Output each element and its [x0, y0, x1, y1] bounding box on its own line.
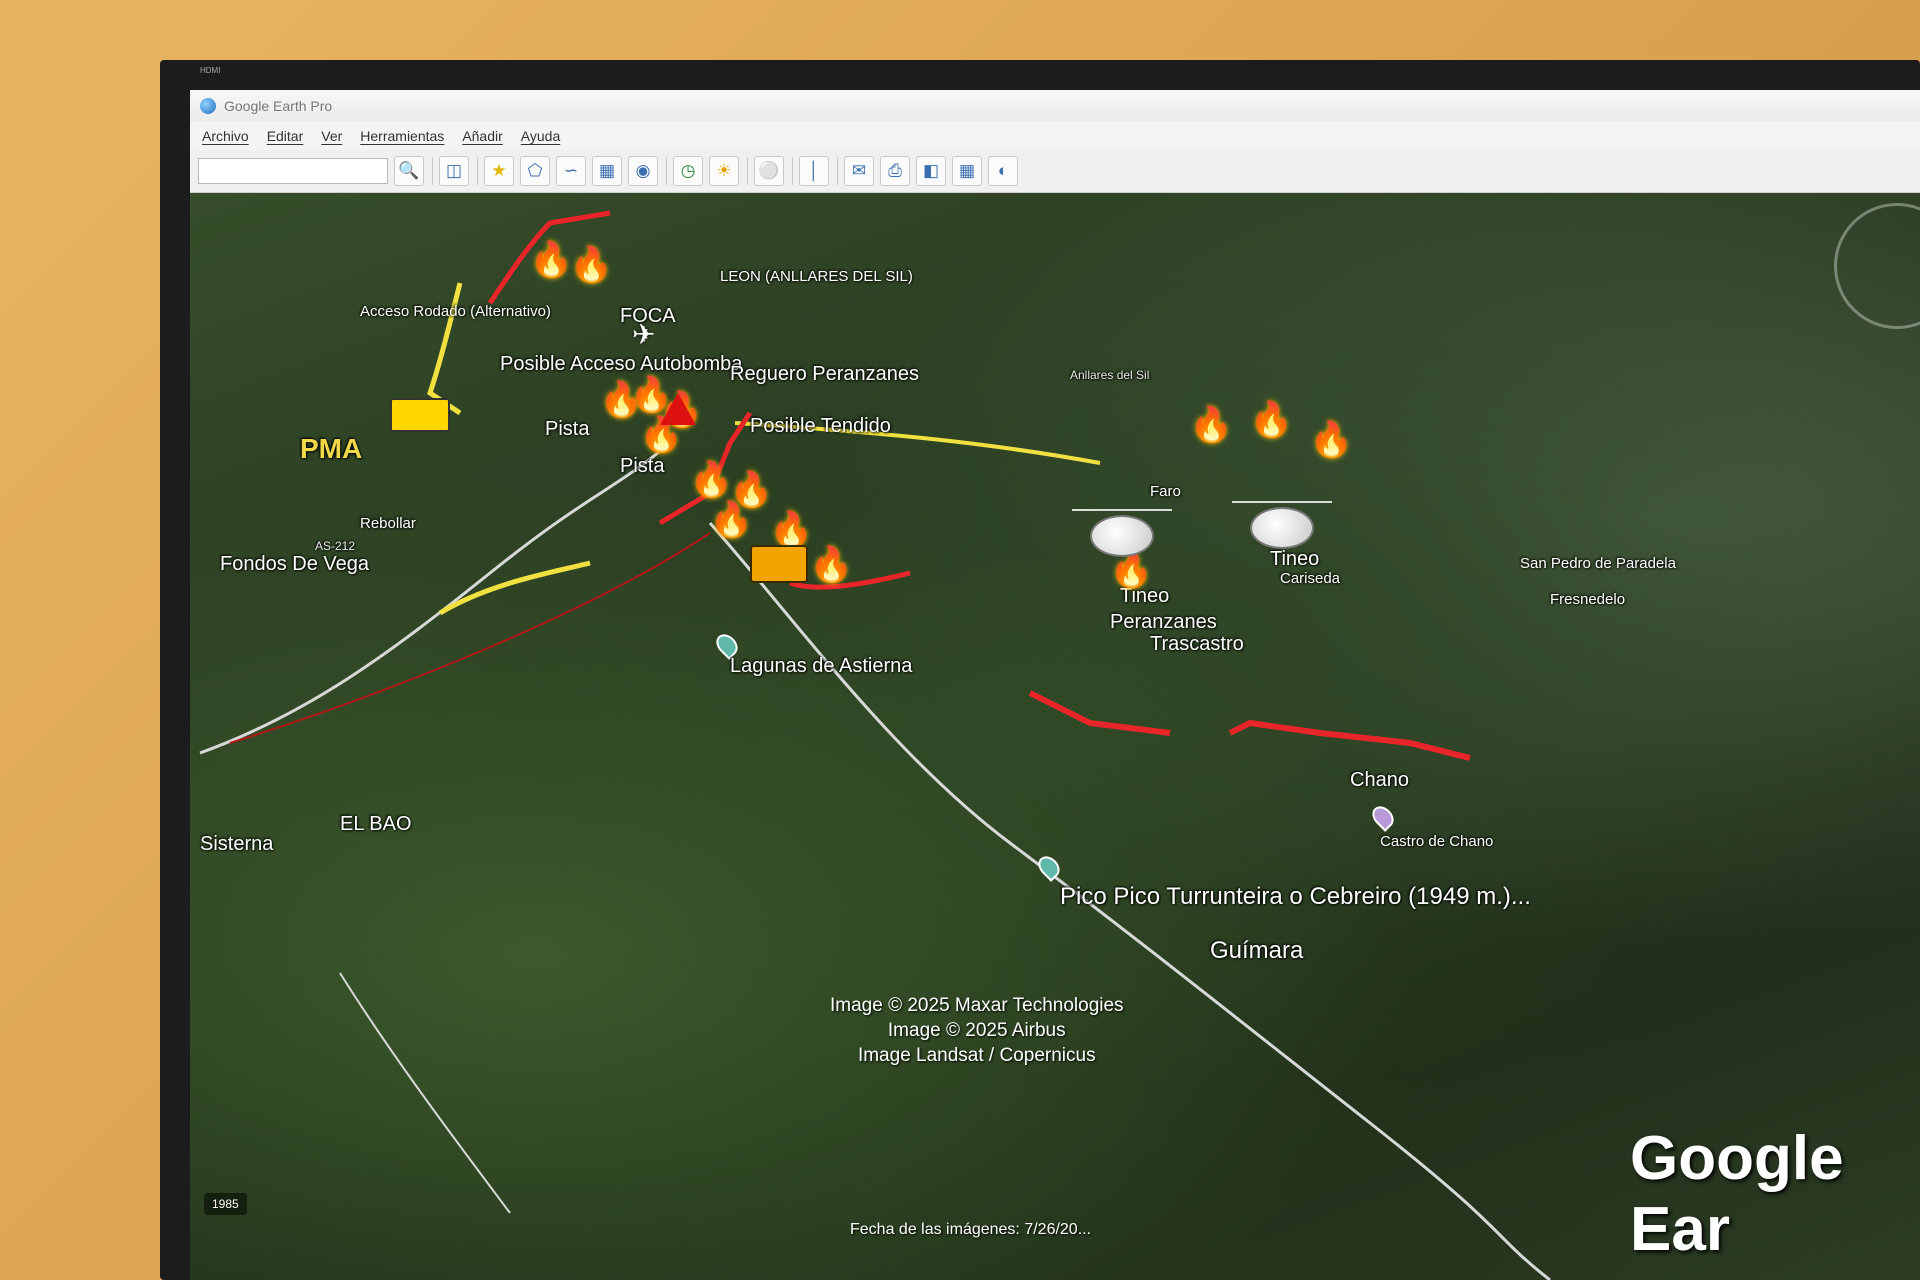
fire-icon[interactable]: 🔥	[1110, 553, 1152, 587]
add-overlay-icon[interactable]: ▦	[592, 156, 622, 186]
label-anllares[interactable]: Anllares del Sil	[1070, 368, 1149, 382]
label-peranzanes[interactable]: Peranzanes	[1110, 611, 1217, 634]
fire-line	[1028, 690, 1171, 736]
map-view[interactable]: Acceso Rodado (Alternativo) FOCA LEON (A…	[190, 193, 1920, 1280]
add-polygon-icon[interactable]: ⬠	[520, 156, 550, 186]
label-posible-tendido[interactable]: Posible Tendido	[750, 415, 891, 438]
menu-herramientas[interactable]: Herramientas	[360, 128, 444, 144]
access-track	[438, 560, 591, 616]
menu-editar[interactable]: Editar	[267, 128, 304, 144]
warning-icon[interactable]	[660, 393, 696, 425]
sidebar-toggle-icon[interactable]: ◫	[439, 156, 469, 186]
window-title: Google Earth Pro	[224, 98, 333, 114]
print-icon[interactable]: ⎙	[880, 156, 910, 186]
imagery-credits: Image © 2025 Maxar Technologies Image © …	[830, 993, 1124, 1068]
toolbar-divider	[747, 157, 748, 185]
road-path	[199, 441, 671, 755]
add-placemark-icon[interactable]: ★	[484, 156, 514, 186]
map-overlay-paths	[199, 210, 1551, 1280]
historical-imagery-icon[interactable]: ◷	[673, 156, 703, 186]
label-fresnedelo[interactable]: Fresnedelo	[1550, 591, 1625, 608]
label-posible-acceso[interactable]: Posible Acceso Autobomba	[500, 353, 742, 376]
label-san-pedro[interactable]: San Pedro de Paradela	[1520, 555, 1676, 572]
fire-icon[interactable]: 🔥	[710, 503, 752, 537]
road-path	[339, 972, 511, 1214]
toolbar-divider	[837, 157, 838, 185]
label-lagunas[interactable]: Lagunas de Astierna	[730, 655, 912, 678]
toolbar-divider	[432, 157, 433, 185]
search-input[interactable]	[198, 158, 388, 184]
fire-line	[1228, 719, 1471, 761]
fire-truck-icon[interactable]	[390, 398, 450, 432]
ruler-icon[interactable]: │	[799, 156, 829, 186]
google-earth-icon	[200, 98, 216, 114]
record-tour-icon[interactable]: ◉	[628, 156, 658, 186]
label-pma[interactable]: PMA	[300, 433, 362, 465]
fire-icon[interactable]: 🔥	[1190, 408, 1232, 442]
bulldozer-icon[interactable]	[750, 545, 808, 583]
monitor-label: HDMI	[200, 66, 221, 75]
menu-ver[interactable]: Ver	[321, 128, 342, 144]
label-tineo[interactable]: Tineo	[1270, 548, 1319, 571]
email-icon[interactable]: ✉	[844, 156, 874, 186]
label-leon[interactable]: LEON (ANLLARES DEL SIL)	[720, 268, 913, 285]
fire-icon[interactable]: 🔥	[690, 463, 732, 497]
label-pista[interactable]: Pista	[545, 418, 589, 441]
label-sisterna[interactable]: Sisterna	[200, 833, 273, 856]
label-rebollar[interactable]: Rebollar	[360, 515, 416, 532]
add-path-icon[interactable]: ∽	[556, 156, 586, 186]
earth-icon[interactable]: ◐	[988, 156, 1018, 186]
label-el-bao[interactable]: EL BAO	[340, 813, 412, 836]
toolbar: 🔍 ◫ ★ ⬠ ∽ ▦ ◉ ◷ ☀ ⚪ │ ✉ ⎙ ◧ ▦ ◐	[190, 150, 1920, 193]
label-chano[interactable]: Chano	[1350, 769, 1409, 792]
label-faro[interactable]: Faro	[1150, 483, 1181, 500]
credit-line: Image © 2025 Airbus	[887, 1020, 1066, 1041]
menu-ayuda[interactable]: Ayuda	[521, 128, 560, 144]
view-in-maps-icon[interactable]: ▦	[952, 156, 982, 186]
fire-icon[interactable]: 🔥	[1250, 403, 1292, 437]
fire-icon[interactable]: 🔥	[570, 248, 612, 282]
label-trascastro[interactable]: Trascastro	[1150, 633, 1244, 656]
menu-anadir[interactable]: Añadir	[462, 128, 502, 144]
credit-line: Image Landsat / Copernicus	[857, 1045, 1096, 1066]
save-image-icon[interactable]: ◧	[916, 156, 946, 186]
label-road-as212: AS-212	[315, 539, 356, 553]
label-pista[interactable]: Pista	[620, 455, 664, 478]
credit-line: Image © 2025 Maxar Technologies	[830, 995, 1124, 1016]
google-earth-logo: Google Ear	[1630, 1124, 1844, 1264]
search-icon[interactable]: 🔍	[394, 156, 424, 186]
sun-icon[interactable]: ☀	[709, 156, 739, 186]
planets-icon[interactable]: ⚪	[754, 156, 784, 186]
menu-archivo[interactable]: Archivo	[202, 128, 249, 144]
helicopter-icon[interactable]	[1232, 501, 1332, 549]
label-reguero[interactable]: Reguero Peranzanes	[730, 363, 919, 386]
label-pico-turrunteira[interactable]: Pico Pico Turrunteira o Cebreiro (1949 m…	[1060, 883, 1531, 911]
fire-icon[interactable]: 🔥	[770, 513, 812, 547]
imagery-date: Fecha de las imágenes: 7/26/20...	[850, 1221, 1092, 1238]
toolbar-divider	[792, 157, 793, 185]
google-earth-window: Google Earth Pro Archivo Editar Ver Herr…	[190, 90, 1920, 1280]
toolbar-divider	[477, 157, 478, 185]
fire-icon[interactable]: 🔥	[1310, 423, 1352, 457]
toolbar-divider	[666, 157, 667, 185]
airplane-icon[interactable]: ✈	[632, 318, 655, 351]
label-acceso-rodado[interactable]: Acceso Rodado (Alternativo)	[360, 303, 551, 320]
fire-icon[interactable]: 🔥	[530, 243, 572, 277]
historical-year-badge[interactable]: 1985	[204, 1193, 247, 1215]
label-cariseda[interactable]: Cariseda	[1280, 570, 1340, 587]
label-fondos-de-vega[interactable]: Fondos De Vega	[220, 553, 369, 576]
menu-bar: Archivo Editar Ver Herramientas Añadir A…	[190, 122, 1920, 150]
label-guimara[interactable]: Guímara	[1210, 937, 1303, 965]
helicopter-icon[interactable]	[1072, 509, 1172, 557]
title-bar: Google Earth Pro	[190, 90, 1920, 123]
label-castro-de-chano[interactable]: Castro de Chano	[1380, 833, 1493, 850]
fire-icon[interactable]: 🔥	[810, 548, 852, 582]
